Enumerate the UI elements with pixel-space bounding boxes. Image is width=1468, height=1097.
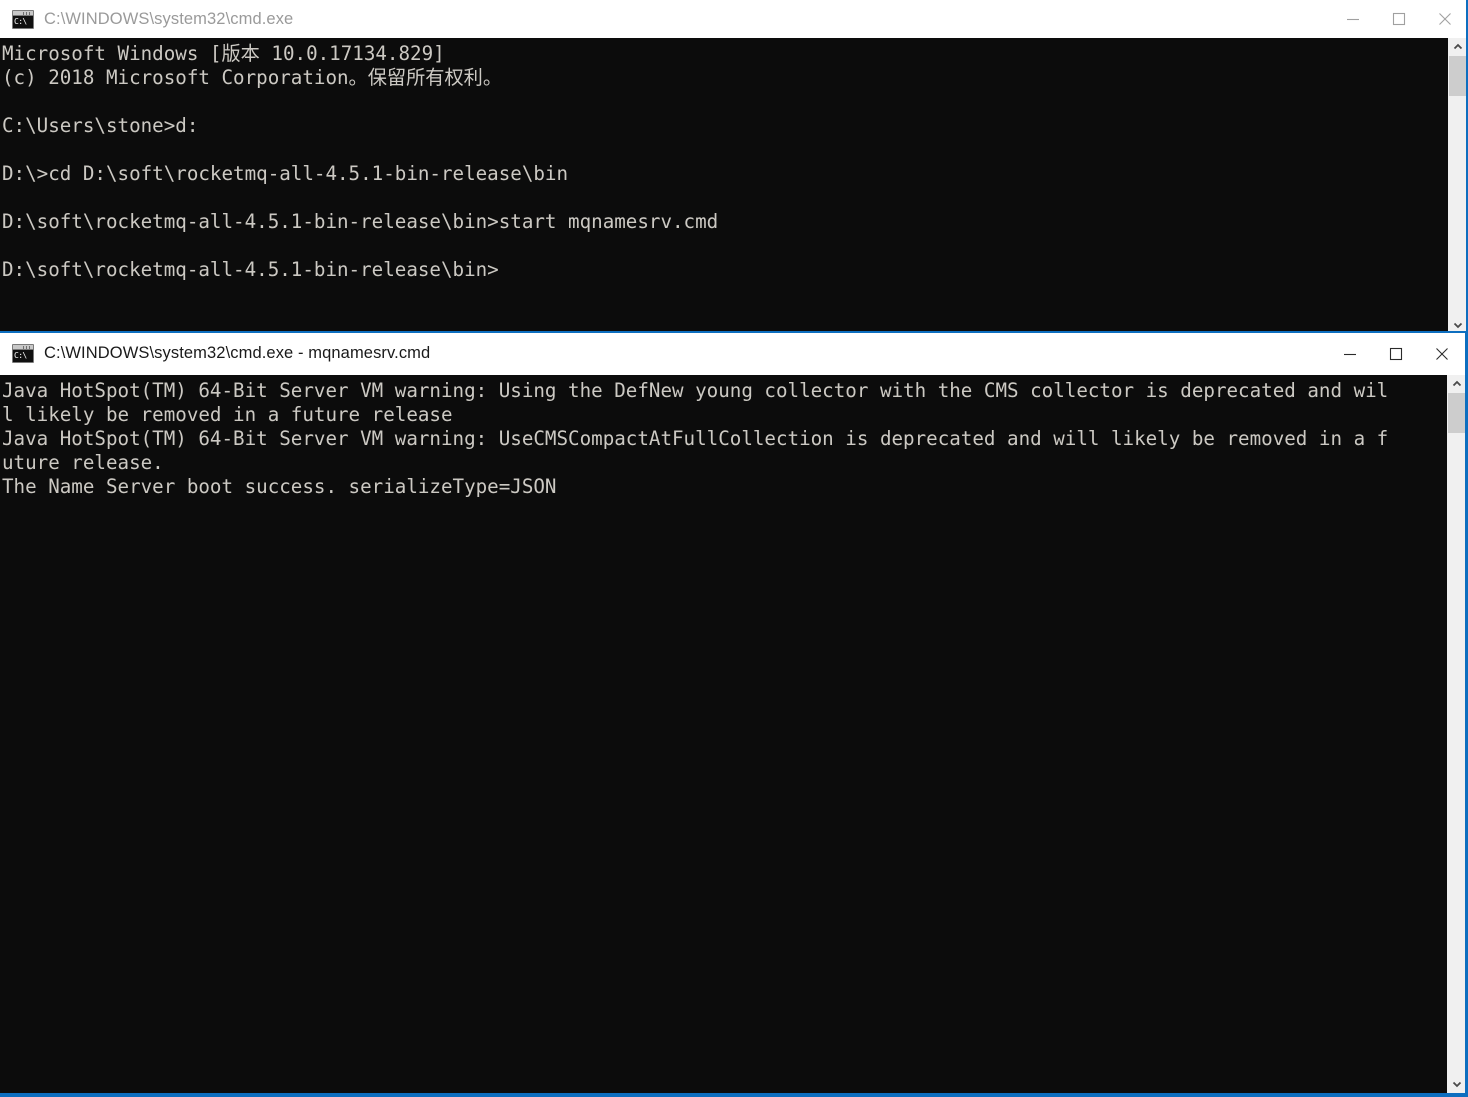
- console-output-area-mqnamesrv[interactable]: Java HotSpot(TM) 64-Bit Server VM warnin…: [0, 375, 1465, 1093]
- close-button[interactable]: [1419, 334, 1465, 374]
- scrollbar-up-arrow-icon[interactable]: [1449, 38, 1467, 56]
- scrollbar-down-arrow-icon[interactable]: [1448, 1075, 1465, 1093]
- cmd-icon-buttons-dots: [23, 11, 32, 15]
- scrollbar-up-arrow-icon[interactable]: [1448, 375, 1465, 393]
- cmd-icon-prompt-text: C:\: [14, 16, 27, 26]
- cmd-icon-prompt-text: C:\: [14, 350, 27, 360]
- console-text-mqnamesrv: Java HotSpot(TM) 64-Bit Server VM warnin…: [2, 379, 1389, 498]
- cmd-console-icon: C:\: [12, 343, 34, 363]
- maximize-button[interactable]: [1376, 0, 1422, 38]
- scrollbar-thumb[interactable]: [1448, 393, 1465, 433]
- cmd-window-mqnamesrv[interactable]: C:\ C:\WINDOWS\system32\cmd.exe - mqname…: [0, 331, 1468, 1097]
- titlebar-left-group-active: C:\ C:\WINDOWS\system32\cmd.exe - mqname…: [0, 343, 1327, 363]
- console-output-area-background[interactable]: Microsoft Windows [版本 10.0.17134.829] (c…: [0, 38, 1468, 334]
- minimize-button[interactable]: [1330, 0, 1376, 38]
- close-button[interactable]: [1422, 0, 1468, 38]
- scrollbar-thumb[interactable]: [1449, 56, 1467, 96]
- minimize-button[interactable]: [1327, 334, 1373, 374]
- console-scrollbar-background[interactable]: [1448, 38, 1467, 334]
- titlebar-background-window[interactable]: C:\ C:\WINDOWS\system32\cmd.exe: [0, 0, 1468, 38]
- window-title-background: C:\WINDOWS\system32\cmd.exe: [44, 10, 294, 28]
- caption-buttons-mqnamesrv: [1327, 334, 1465, 372]
- cmd-icon-buttons-dots: [23, 345, 32, 349]
- caption-buttons-background-window: [1330, 0, 1468, 38]
- window-title-mqnamesrv: C:\WINDOWS\system32\cmd.exe - mqnamesrv.…: [44, 344, 431, 362]
- console-text-background: Microsoft Windows [版本 10.0.17134.829] (c…: [2, 42, 719, 281]
- maximize-button[interactable]: [1373, 334, 1419, 374]
- cmd-console-icon: C:\: [12, 9, 34, 29]
- console-scrollbar-mqnamesrv[interactable]: [1447, 375, 1465, 1093]
- desktop-root: C:\ C:\WINDOWS\system32\cmd.exe Microsof…: [0, 0, 1468, 1097]
- titlebar-mqnamesrv[interactable]: C:\ C:\WINDOWS\system32\cmd.exe - mqname…: [0, 333, 1465, 373]
- titlebar-left-group: C:\ C:\WINDOWS\system32\cmd.exe: [0, 9, 1330, 29]
- cmd-window-background[interactable]: C:\ C:\WINDOWS\system32\cmd.exe Microsof…: [0, 0, 1468, 334]
